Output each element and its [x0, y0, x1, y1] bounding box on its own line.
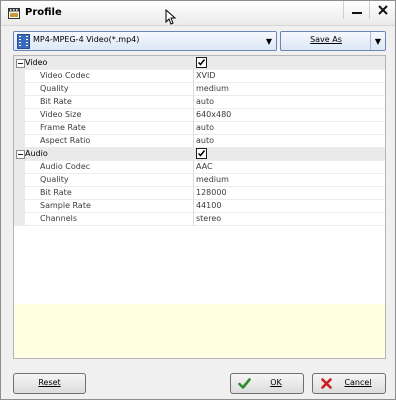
property-row[interactable]: Frame Rate auto — [14, 121, 385, 135]
property-value[interactable]: 128000 — [196, 188, 227, 197]
mouse-cursor-icon — [165, 9, 177, 25]
property-row[interactable]: Quality medium — [14, 82, 385, 96]
minimize-icon — [352, 12, 362, 14]
checkmark-icon — [197, 59, 206, 66]
property-row[interactable]: Bit Rate auto — [14, 95, 385, 109]
reset-button[interactable]: Reset — [13, 373, 86, 394]
category-label: Audio — [25, 149, 48, 158]
window-title: Profile — [25, 7, 62, 18]
property-value[interactable]: 44100 — [196, 201, 221, 210]
property-name: Channels — [40, 214, 78, 223]
video-file-icon — [17, 34, 30, 49]
property-row[interactable]: Channels stereo — [14, 212, 385, 226]
cancel-label: Cancel — [344, 378, 372, 387]
film-icon — [8, 8, 20, 19]
save-as-button[interactable]: Save As ▼ — [280, 31, 386, 51]
property-row[interactable]: Audio Codec AAC — [14, 160, 385, 174]
save-as-label: Save As — [310, 35, 342, 44]
category-audio[interactable]: Audio — [14, 147, 385, 161]
property-name: Video Size — [40, 110, 82, 119]
property-name: Bit Rate — [40, 188, 72, 197]
property-name: Bit Rate — [40, 97, 72, 106]
category-video[interactable]: Video — [14, 56, 385, 70]
property-name: Aspect Ratio — [40, 136, 91, 145]
property-value[interactable]: medium — [196, 84, 229, 93]
property-value[interactable]: auto — [196, 123, 214, 132]
title-bar: Profile — [1, 1, 395, 26]
category-label: Video — [25, 58, 48, 67]
property-value[interactable]: 640x480 — [196, 110, 231, 119]
chevron-down-icon[interactable]: ▼ — [262, 32, 276, 50]
property-value[interactable]: medium — [196, 175, 229, 184]
property-row[interactable]: Quality medium — [14, 173, 385, 187]
property-value[interactable]: stereo — [196, 214, 221, 223]
collapse-icon[interactable] — [16, 150, 25, 159]
property-row[interactable]: Video Codec XVID — [14, 69, 385, 83]
property-name: Sample Rate — [40, 201, 91, 210]
ok-button[interactable]: OK — [230, 373, 304, 394]
chevron-down-icon[interactable]: ▼ — [370, 32, 385, 50]
property-row[interactable]: Sample Rate 44100 — [14, 199, 385, 213]
property-name: Audio Codec — [40, 162, 91, 171]
property-name: Frame Rate — [40, 123, 86, 132]
property-row[interactable]: Video Size 640x480 — [14, 108, 385, 122]
checkmark-icon — [197, 150, 206, 157]
profile-window: Profile MP4-MPEG-4 Video(*.mp4) ▼ Save A… — [0, 0, 396, 400]
reset-label: Reset — [38, 378, 61, 387]
output-format-value: MP4-MPEG-4 Video(*.mp4) — [33, 35, 140, 44]
property-value[interactable]: auto — [196, 136, 214, 145]
property-row[interactable]: Bit Rate 128000 — [14, 186, 385, 200]
minimize-button[interactable] — [343, 1, 370, 19]
property-value[interactable]: XVID — [196, 71, 215, 80]
cancel-button[interactable]: Cancel — [312, 373, 386, 394]
ok-label: OK — [270, 378, 282, 387]
property-name: Quality — [40, 175, 69, 184]
property-value[interactable]: AAC — [196, 162, 213, 171]
property-value[interactable]: auto — [196, 97, 214, 106]
property-row[interactable]: Aspect Ratio auto — [14, 134, 385, 148]
property-name: Quality — [40, 84, 69, 93]
output-format-select[interactable]: MP4-MPEG-4 Video(*.mp4) ▼ — [13, 31, 277, 51]
video-enabled-checkbox[interactable] — [196, 57, 207, 68]
property-grid: Video Video Codec XVID Quality medium Bi… — [13, 55, 386, 305]
description-panel — [13, 304, 386, 359]
audio-enabled-checkbox[interactable] — [196, 148, 207, 159]
property-name: Video Codec — [40, 71, 90, 80]
close-icon — [378, 5, 388, 15]
collapse-icon[interactable] — [16, 59, 25, 68]
close-button[interactable] — [369, 1, 396, 19]
toolbar: MP4-MPEG-4 Video(*.mp4) ▼ Save As ▼ — [13, 31, 386, 51]
